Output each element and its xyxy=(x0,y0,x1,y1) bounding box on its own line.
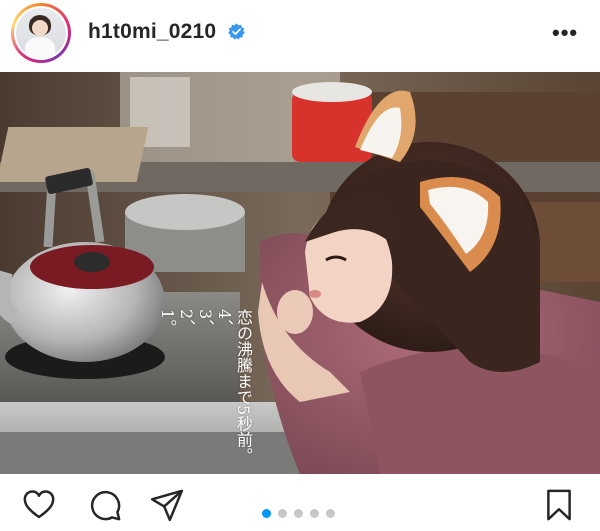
carousel-indicator xyxy=(262,509,335,518)
photo-caption: 恋の沸騰まで5秒前。 4、 3、 2、 1。 xyxy=(158,309,253,474)
verified-badge-icon xyxy=(228,23,245,40)
save-button[interactable] xyxy=(542,488,576,522)
comment-icon xyxy=(90,490,121,521)
post-action-bar xyxy=(0,474,600,531)
share-button[interactable] xyxy=(150,488,184,522)
comment-button[interactable] xyxy=(88,488,122,522)
caption-line: 4、 xyxy=(215,309,234,336)
avatar-story-ring[interactable] xyxy=(11,3,71,63)
carousel-dot[interactable] xyxy=(262,509,271,518)
more-options-button[interactable]: ••• xyxy=(552,22,578,44)
send-icon xyxy=(150,489,184,522)
like-button[interactable] xyxy=(22,488,56,522)
username-link[interactable]: h1t0mi_0210 xyxy=(88,20,216,44)
caption-line: 2、 xyxy=(177,309,196,336)
post-photo[interactable]: 恋の沸騰まで5秒前。 4、 3、 2、 1。 xyxy=(0,72,600,474)
caption-line: 1。 xyxy=(158,309,177,336)
caption-line: 恋の沸騰まで5秒前。 xyxy=(234,309,253,464)
bookmark-icon xyxy=(547,489,571,521)
photo-illustration xyxy=(0,72,600,474)
caption-line: 3、 xyxy=(196,309,215,336)
avatar[interactable] xyxy=(16,8,66,58)
heart-icon xyxy=(23,490,55,519)
carousel-dot[interactable] xyxy=(310,509,319,518)
post-header: h1t0mi_0210 ••• xyxy=(0,0,600,72)
carousel-dot[interactable] xyxy=(326,509,335,518)
carousel-dot[interactable] xyxy=(294,509,303,518)
carousel-dot[interactable] xyxy=(278,509,287,518)
